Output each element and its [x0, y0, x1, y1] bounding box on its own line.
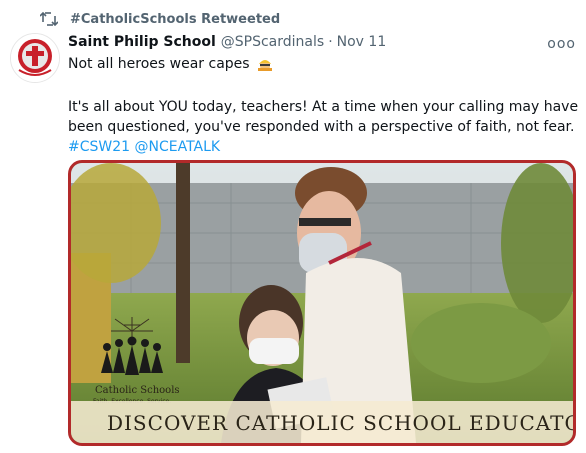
- image-banner: DISCOVER CATHOLIC SCHOOL EDUCATORS: [71, 401, 573, 443]
- tweet-text: Not all heroes wear capes It's all about…: [68, 54, 579, 157]
- separator-dot: ·: [328, 34, 333, 50]
- logo-name: Catholic Schools: [95, 385, 180, 396]
- catholic-schools-logo: [101, 317, 163, 375]
- author-handle[interactable]: @SPScardinals: [221, 34, 324, 50]
- banner-text: DISCOVER CATHOLIC SCHOOL EDUCATORS: [107, 411, 576, 435]
- retweet-indicator: #CatholicSchools Retweeted: [40, 10, 280, 28]
- tweet-line-3: been questioned, you've responded with a…: [68, 119, 575, 135]
- hashtag-links[interactable]: #CSW21 @NCEATALK: [68, 137, 568, 157]
- retweeted-by-link[interactable]: #CatholicSchools Retweeted: [70, 12, 280, 27]
- retweet-icon: [40, 12, 58, 26]
- tweet-date[interactable]: Nov 11: [337, 34, 387, 50]
- tweet-line-2: It's all about YOU today, teachers! At a…: [68, 99, 579, 115]
- tweet-line-1: Not all heroes wear capes: [68, 56, 250, 72]
- tweet-image[interactable]: Catholic Schools Faith. Excellence. Serv…: [68, 160, 576, 446]
- superhero-emoji-icon: [256, 55, 274, 77]
- school-crest-icon: [11, 34, 59, 82]
- tweet-header: Saint Philip School @SPScardinals · Nov …: [68, 34, 566, 50]
- avatar[interactable]: [10, 33, 60, 83]
- more-options-icon[interactable]: ooo: [547, 36, 576, 52]
- author-name[interactable]: Saint Philip School: [68, 34, 216, 50]
